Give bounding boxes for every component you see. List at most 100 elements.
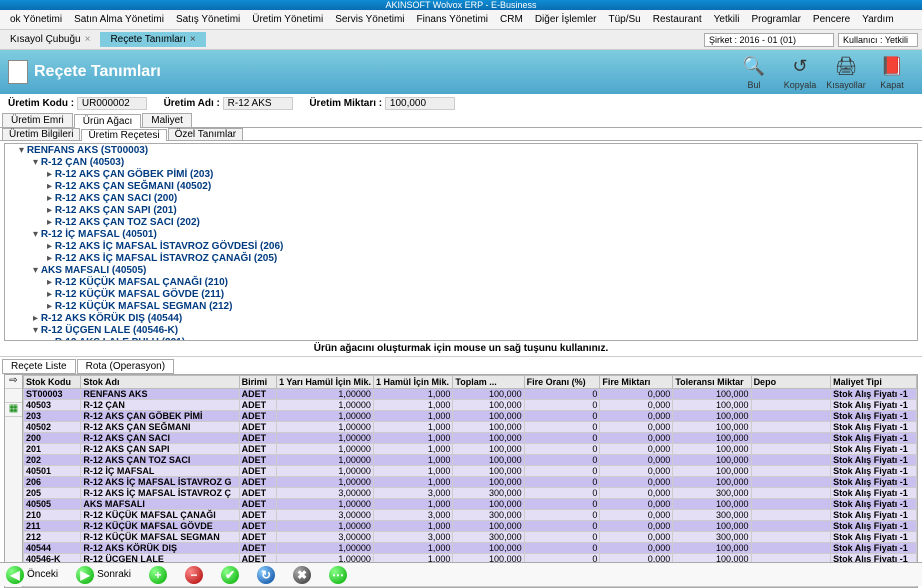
tab-rota-(operasyon)[interactable]: Rota (Operasyon) xyxy=(77,359,174,374)
table-row[interactable]: 40505AKS MAFSALIADET1,000001,000100,0000… xyxy=(24,499,917,510)
table-row[interactable]: 212R-12 KÜÇÜK MAFSAL SEGMANADET3,000003,… xyxy=(24,532,917,543)
refresh-button[interactable]: ↻ xyxy=(257,566,275,584)
cancel-footer-button[interactable]: ✖ xyxy=(293,566,311,584)
tree-node[interactable]: R-12 AKS ÇAN TOZ SACI (202) xyxy=(47,216,917,228)
column-header[interactable]: Depo xyxy=(751,376,831,389)
company-select[interactable]: Şirket : 2016 - 01 (01) xyxy=(704,33,834,47)
menu-item[interactable]: Diğer İşlemler xyxy=(529,14,603,25)
table-row[interactable]: 40544R-12 AKS KÖRÜK DIŞADET1,000001,0001… xyxy=(24,543,917,554)
main-menu: ok YönetimiSatın Alma YönetimiSatış Yöne… xyxy=(0,10,922,30)
user-label: Kullanıcı : Yetkili xyxy=(838,33,918,47)
column-header[interactable]: Birimi xyxy=(239,376,277,389)
prev-button[interactable]: ◀Önceki xyxy=(6,566,58,584)
table-row[interactable]: 40503R-12 ÇANADET1,000001,000100,00000,0… xyxy=(24,400,917,411)
column-header[interactable]: Fire Miktarı xyxy=(600,376,673,389)
tab-özel-tanımlar[interactable]: Özel Tanımlar xyxy=(168,128,244,140)
tree-node[interactable]: R-12 ÇAN (40503) xyxy=(33,156,917,168)
product-tree[interactable]: RENFANS AKS (ST00003)R-12 ÇAN (40503)R-1… xyxy=(4,143,918,341)
tree-node[interactable]: R-12 AKS ÇAN SAPI (201) xyxy=(47,204,917,216)
table-row[interactable]: 200R-12 AKS ÇAN SACIADET1,000001,000100,… xyxy=(24,433,917,444)
confirm-button[interactable]: ✔ xyxy=(221,566,239,584)
tab-recipe[interactable]: Reçete Tanımları × xyxy=(100,32,205,47)
menu-item[interactable]: Finans Yönetimi xyxy=(411,14,495,25)
recipe-grid[interactable]: Stok KoduStok AdıBirimi1 Yarı Hamül İçin… xyxy=(23,375,917,587)
column-header[interactable]: Maliyet Tipi xyxy=(831,376,917,389)
tree-node[interactable]: R-12 AKS İÇ MAFSAL İSTAVROZ ÇANAĞI (205) xyxy=(47,252,917,264)
misc-button[interactable]: ⋯ xyxy=(329,566,347,584)
field-uretim-miktar[interactable]: 100,000 xyxy=(385,97,455,110)
tree-node[interactable]: R-12 ÜÇGEN LALE (40546-K) xyxy=(33,324,917,336)
menu-item[interactable]: Restaurant xyxy=(647,14,708,25)
table-row[interactable]: ST00003RENFANS AKSADET1,000001,000100,00… xyxy=(24,389,917,400)
menu-item[interactable]: Servis Yönetimi xyxy=(329,14,410,25)
grid-tool-export[interactable]: ⇨ xyxy=(5,375,22,389)
tab-reçete-liste[interactable]: Reçete Liste xyxy=(2,359,76,374)
page-header: Reçete Tanımları 🔍Bul ↺Kopyala 🖨Kısayoll… xyxy=(0,50,922,94)
tree-node[interactable]: R-12 İÇ MAFSAL (40501) xyxy=(33,228,917,240)
tab-shortcut-label: Kısayol Çubuğu xyxy=(10,34,81,45)
toolbar: 🔍Bul ↺Kopyala 🖨Kısayollar 📕Kapat xyxy=(732,55,914,90)
tree-node[interactable]: R-12 AKS ÇAN SACI (200) xyxy=(47,192,917,204)
grid-sidebar: ⇨ ▦ xyxy=(5,375,23,587)
grid-tool-attach[interactable] xyxy=(5,389,22,403)
document-tabs: Kısayol Çubuğu × Reçete Tanımları × Şirk… xyxy=(0,30,922,50)
close-icon[interactable]: × xyxy=(85,34,91,45)
menu-item[interactable]: Üretim Yönetimi xyxy=(246,14,329,25)
tree-node[interactable]: AKS MAFSALI (40505) xyxy=(33,264,917,276)
grid-tool-excel[interactable]: ▦ xyxy=(5,403,22,417)
tab-üretim-reçetesi[interactable]: Üretim Reçetesi xyxy=(81,129,166,141)
column-header[interactable]: Toleransı Miktar xyxy=(673,376,751,389)
sub-tabs-level1: Üretim EmriÜrün AğacıMaliyet xyxy=(0,113,922,128)
menu-item[interactable]: Pencere xyxy=(807,14,856,25)
tree-node[interactable]: R-12 AKS ÇAN GÖBEK PİMİ (203) xyxy=(47,168,917,180)
menu-item[interactable]: Yetkili xyxy=(708,14,746,25)
shortcuts-button[interactable]: 🖨Kısayollar xyxy=(824,55,868,90)
menu-item[interactable]: Yardım xyxy=(856,14,900,25)
tab-shortcut[interactable]: Kısayol Çubuğu × xyxy=(0,32,100,47)
label-uretim-kodu: Üretim Kodu : xyxy=(8,98,74,109)
table-row[interactable]: 205R-12 AKS İÇ MAFSAL İSTAVROZ ÇADET3,00… xyxy=(24,488,917,499)
table-row[interactable]: 40502R-12 AKS ÇAN SEĞMANIADET1,000001,00… xyxy=(24,422,917,433)
tree-node[interactable]: R-12 KÜÇÜK MAFSAL SEGMAN (212) xyxy=(47,300,917,312)
column-header[interactable]: Toplam ... xyxy=(453,376,524,389)
table-row[interactable]: 201R-12 AKS ÇAN SAPIADET1,000001,000100,… xyxy=(24,444,917,455)
add-button[interactable]: + xyxy=(149,566,167,584)
table-row[interactable]: 40501R-12 İÇ MAFSALADET1,000001,000100,0… xyxy=(24,466,917,477)
close-icon[interactable]: × xyxy=(190,34,196,45)
tree-node[interactable]: RENFANS AKS (ST00003) xyxy=(19,144,917,156)
field-uretim-adi[interactable]: R-12 AKS xyxy=(223,97,293,110)
remove-button[interactable]: − xyxy=(185,566,203,584)
tree-node[interactable]: R-12 AKS KÖRÜK DIŞ (40544) xyxy=(33,312,917,324)
tab-üretim-emri[interactable]: Üretim Emri xyxy=(2,113,73,127)
tab-üretim-bilgileri[interactable]: Üretim Bilgileri xyxy=(2,128,80,140)
close-button[interactable]: 📕Kapat xyxy=(870,55,914,90)
column-header[interactable]: Fire Oranı (%) xyxy=(524,376,600,389)
tree-node[interactable]: R-12 AKS ÇAN SEĞMANI (40502) xyxy=(47,180,917,192)
tab-maliyet[interactable]: Maliyet xyxy=(142,113,192,127)
footer-bar: ◀Önceki ▶Sonraki + − ✔ ↻ ✖ ⋯ xyxy=(0,562,922,586)
field-uretim-kodu[interactable]: UR000002 xyxy=(77,97,147,110)
table-row[interactable]: 206R-12 AKS İÇ MAFSAL İSTAVROZ GADET1,00… xyxy=(24,477,917,488)
menu-item[interactable]: CRM xyxy=(494,14,529,25)
table-row[interactable]: 210R-12 KÜÇÜK MAFSAL ÇANAĞIADET3,000003,… xyxy=(24,510,917,521)
copy-button[interactable]: ↺Kopyala xyxy=(778,55,822,90)
menu-item[interactable]: Satın Alma Yönetimi xyxy=(68,14,170,25)
label-uretim-miktar: Üretim Miktarı : xyxy=(309,98,382,109)
menu-item[interactable]: Satış Yönetimi xyxy=(170,14,246,25)
tab-ürün-ağacı[interactable]: Ürün Ağacı xyxy=(74,114,141,128)
table-row[interactable]: 203R-12 AKS ÇAN GÖBEK PİMİADET1,000001,0… xyxy=(24,411,917,422)
column-header[interactable]: 1 Yarı Hamül İçin Mik. xyxy=(277,376,374,389)
tree-node[interactable]: R-12 AKS İÇ MAFSAL İSTAVROZ GÖVDESİ (206… xyxy=(47,240,917,252)
tree-node[interactable]: R-12 KÜÇÜK MAFSAL ÇANAĞI (210) xyxy=(47,276,917,288)
find-button[interactable]: 🔍Bul xyxy=(732,55,776,90)
next-button[interactable]: ▶Sonraki xyxy=(76,566,131,584)
table-row[interactable]: 211R-12 KÜÇÜK MAFSAL GÖVDEADET1,000001,0… xyxy=(24,521,917,532)
menu-item[interactable]: Tüp/Su xyxy=(603,14,647,25)
tree-node[interactable]: R-12 KÜÇÜK MAFSAL GÖVDE (211) xyxy=(47,288,917,300)
menu-item[interactable]: ok Yönetimi xyxy=(4,14,68,25)
column-header[interactable]: Stok Adı xyxy=(81,376,239,389)
column-header[interactable]: Stok Kodu xyxy=(24,376,81,389)
table-row[interactable]: 202R-12 AKS ÇAN TOZ SACIADET1,000001,000… xyxy=(24,455,917,466)
column-header[interactable]: 1 Hamül İçin Mik. xyxy=(373,376,452,389)
menu-item[interactable]: Programlar xyxy=(745,14,806,25)
